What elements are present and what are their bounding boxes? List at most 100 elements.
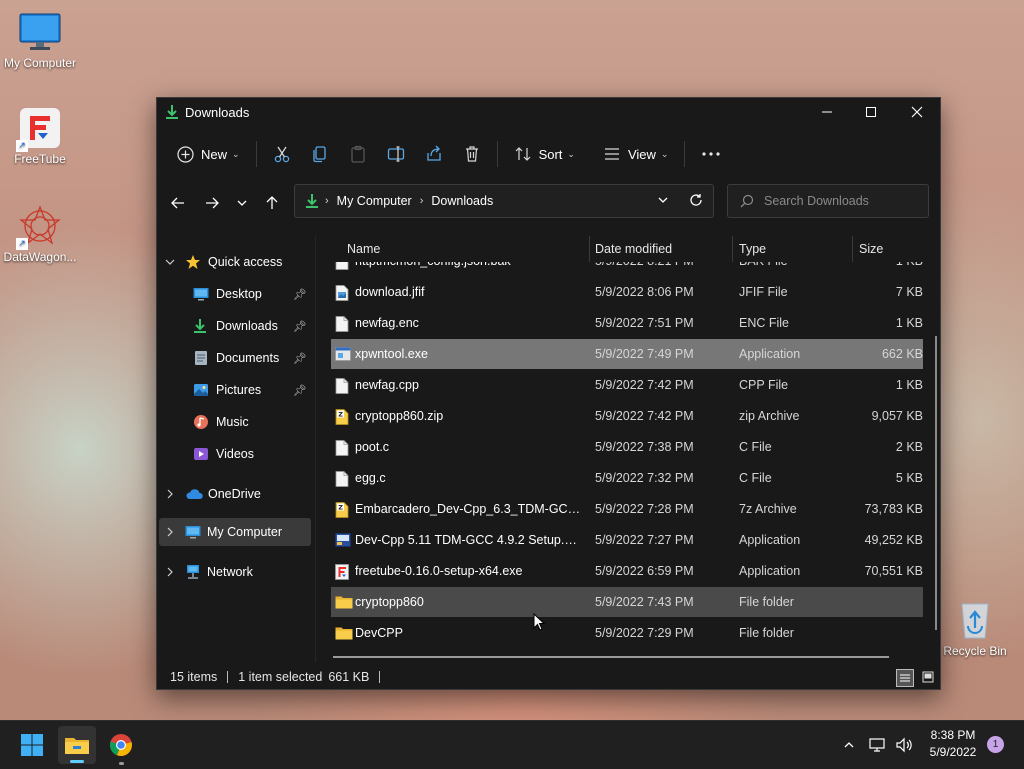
sidebar-item-downloads[interactable]: Downloads 📌︎ xyxy=(193,312,311,340)
file-row[interactable]: download.jfif 5/9/2022 8:06 PM JFIF File 7 … xyxy=(331,277,923,307)
file-name: newfag.cpp xyxy=(355,378,419,392)
minimize-button[interactable] xyxy=(804,98,850,126)
running-indicator xyxy=(119,762,124,765)
title-bar[interactable]: Downloads xyxy=(157,98,940,126)
file-row[interactable]: poot.c 5/9/2022 7:38 PM C File 2 KB xyxy=(331,432,923,462)
setup-icon xyxy=(335,533,351,549)
desktop-icon-freetube[interactable]: ↗ FreeTube xyxy=(0,106,80,166)
taskbar-file-explorer[interactable] xyxy=(58,726,96,764)
desktop-icon-recycle-bin[interactable]: Recycle Bin xyxy=(935,598,1015,658)
taskbar-chrome[interactable] xyxy=(104,728,138,765)
vertical-scrollbar[interactable] xyxy=(935,336,937,630)
share-button[interactable] xyxy=(415,137,453,171)
address-history-button[interactable] xyxy=(657,194,669,209)
breadcrumb-my-computer[interactable]: My Computer xyxy=(337,194,412,208)
sidebar-item-videos[interactable]: Videos xyxy=(193,440,311,468)
sidebar-item-documents[interactable]: Documents 📌︎ xyxy=(193,344,311,372)
recent-locations-button[interactable] xyxy=(227,188,257,218)
sidebar-item-quick-access[interactable]: Quick access xyxy=(165,248,313,276)
tiles-view-icon xyxy=(922,671,934,683)
address-bar[interactable]: › My Computer › Downloads xyxy=(294,184,714,218)
notification-badge[interactable]: 1 xyxy=(987,736,1004,753)
desktop-icon-label: My Computer xyxy=(3,56,77,70)
chrome-icon xyxy=(109,734,132,757)
file-row[interactable]: DevCPP 5/9/2022 7:29 PM File folder xyxy=(331,618,923,648)
show-hidden-icons-button[interactable] xyxy=(834,728,864,762)
column-header-name[interactable]: Name xyxy=(347,242,380,256)
sort-button[interactable]: Sort ⌄ xyxy=(504,137,585,171)
column-divider[interactable] xyxy=(732,236,733,262)
cut-button[interactable] xyxy=(263,137,301,171)
archive-icon: Z xyxy=(335,409,349,425)
window-title: Downloads xyxy=(185,104,250,120)
chevron-down-icon xyxy=(658,197,668,203)
new-button[interactable]: New ⌄ xyxy=(171,137,250,171)
file-row[interactable]: newfag.enc 5/9/2022 7:51 PM ENC File 1 KB xyxy=(331,308,923,338)
sidebar-item-network[interactable]: Network xyxy=(165,558,313,586)
maximize-button[interactable] xyxy=(848,98,894,126)
sidebar-item-onedrive[interactable]: OneDrive xyxy=(165,480,313,508)
sidebar-item-pictures[interactable]: Pictures 📌︎ xyxy=(193,376,311,404)
file-type: C File xyxy=(739,440,772,454)
file-type: Application xyxy=(739,347,801,361)
file-row[interactable]: Z Embarcadero_Dev-Cpp_6.3_TDM-GCC_9.... 5/… xyxy=(331,494,923,524)
breadcrumb-separator-icon: › xyxy=(419,195,424,207)
file-row[interactable]: xpwntool.exe 5/9/2022 7:49 PM Application 6… xyxy=(331,339,923,369)
back-button[interactable] xyxy=(163,188,193,218)
start-button[interactable] xyxy=(15,728,49,762)
column-header-type[interactable]: Type xyxy=(739,242,766,256)
close-button[interactable] xyxy=(894,98,940,126)
breadcrumb-downloads[interactable]: Downloads xyxy=(431,194,493,208)
clock-date: 5/9/2022 xyxy=(929,745,977,759)
pane-divider[interactable] xyxy=(315,236,316,662)
folder-icon xyxy=(335,626,353,642)
image-file-icon xyxy=(335,285,349,301)
details-view-button[interactable] xyxy=(896,669,914,687)
sidebar-item-label: Documents xyxy=(216,351,280,365)
forward-button[interactable] xyxy=(197,188,227,218)
column-header-size[interactable]: Size xyxy=(859,242,883,256)
up-button[interactable] xyxy=(257,188,287,218)
horizontal-scrollbar[interactable] xyxy=(333,656,889,658)
chevron-right-icon xyxy=(167,489,173,499)
delete-button[interactable] xyxy=(453,137,491,171)
paste-button[interactable] xyxy=(339,137,377,171)
search-box[interactable]: Search Downloads xyxy=(727,184,929,218)
view-button[interactable]: View ⌄ xyxy=(593,137,679,171)
column-header-date[interactable]: Date modified xyxy=(595,242,672,256)
network-status-button[interactable] xyxy=(864,728,892,762)
column-divider[interactable] xyxy=(852,236,853,262)
sidebar-item-desktop[interactable]: Desktop 📌︎ xyxy=(193,280,311,308)
sidebar-item-music[interactable]: Music xyxy=(193,408,311,436)
toolbar-divider xyxy=(255,141,257,167)
file-row[interactable]: newfag.cpp 5/9/2022 7:42 PM CPP File 1 KB xyxy=(331,370,923,400)
sidebar-item-my-computer[interactable]: My Computer xyxy=(159,518,311,546)
archive-icon: Z xyxy=(335,502,349,518)
refresh-icon xyxy=(690,194,702,206)
clock[interactable]: 8:38 PM 5/9/2022 xyxy=(920,727,986,761)
desktop-icon-my-computer[interactable]: My Computer xyxy=(0,10,80,70)
file-date: 5/9/2022 7:27 PM xyxy=(595,533,694,547)
file-row[interactable]: freetube-0.16.0-setup-x64.exe 5/9/2022 6:… xyxy=(331,556,923,586)
file-row[interactable]: Dev-Cpp 5.11 TDM-GCC 4.9.2 Setup.exe 5/9/… xyxy=(331,525,923,555)
file-row[interactable]: Zcryptopp860.zip 5/9/2022 7:42 PM zip Arch… xyxy=(331,401,923,431)
svg-text:Z: Z xyxy=(338,504,343,512)
desktop-icon-datawagon[interactable]: ↗ DataWagon... xyxy=(0,204,80,264)
pictures-icon xyxy=(194,384,208,396)
sidebar-item-label: My Computer xyxy=(207,525,283,539)
file-row[interactable]: cryptopp860 5/9/2022 7:43 PM File folder xyxy=(331,587,923,617)
tiles-view-button[interactable] xyxy=(920,669,936,685)
navigation-bar: › My Computer › Downloads Search Downloa… xyxy=(157,182,940,226)
refresh-button[interactable] xyxy=(689,193,703,210)
file-date: 5/9/2022 7:32 PM xyxy=(595,471,694,485)
more-options-button[interactable] xyxy=(691,137,731,171)
file-type: Application xyxy=(739,564,801,578)
volume-button[interactable] xyxy=(890,728,918,762)
column-divider[interactable] xyxy=(589,236,590,262)
rename-button[interactable] xyxy=(377,137,415,171)
copy-button[interactable] xyxy=(301,137,339,171)
column-headers: Name Date modified Type Size xyxy=(331,236,929,262)
file-row[interactable]: egg.c 5/9/2022 7:32 PM C File 5 KB xyxy=(331,463,923,493)
file-date: 5/9/2022 8:06 PM xyxy=(595,285,694,299)
file-list: httptmcmon_config.json.bak5/9/2022 8:21 … xyxy=(331,236,929,662)
